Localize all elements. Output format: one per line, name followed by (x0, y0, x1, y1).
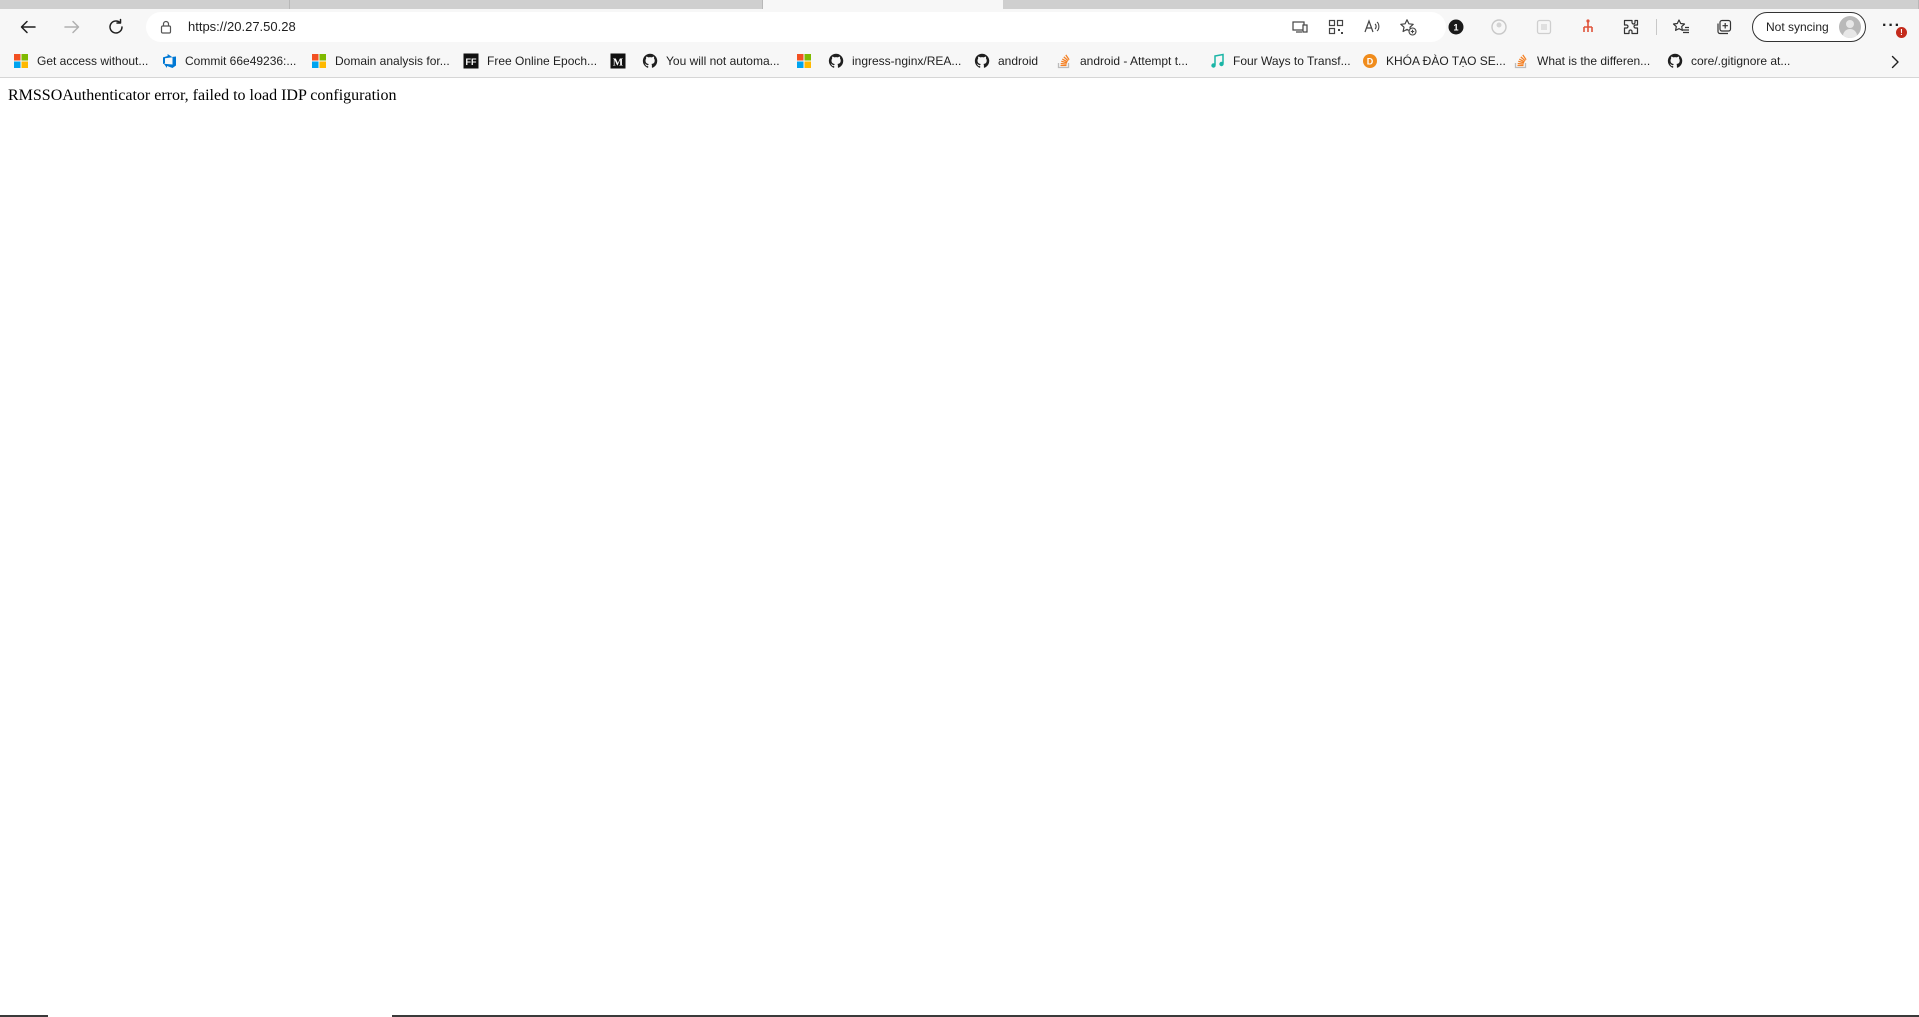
settings-menu-button[interactable]: ··· ! (1878, 15, 1908, 39)
forward-icon (64, 20, 80, 34)
bookmark-label: Free Online Epoch... (487, 54, 598, 68)
extensions-icon (1623, 19, 1639, 35)
stackoverflow-icon (1056, 53, 1072, 69)
bookmark-label: What is the differen... (1537, 54, 1651, 68)
add-favorite-button[interactable] (1396, 15, 1420, 39)
bookmark-item[interactable]: You will not automa... (642, 51, 780, 71)
github-icon (1667, 53, 1683, 69)
bookmark-item[interactable]: android (974, 51, 1038, 71)
extension-grey-icon (1491, 19, 1507, 35)
qr-code-icon (1328, 19, 1344, 35)
bookmark-item[interactable] (796, 51, 820, 71)
qr-code-button[interactable] (1324, 15, 1348, 39)
extension-1password-button[interactable]: 1 (1444, 15, 1468, 39)
bookmark-item[interactable]: Four Ways to Transf... (1209, 51, 1351, 71)
profile-label: Not syncing (1766, 20, 1829, 34)
bookmark-item[interactable]: M (610, 51, 634, 71)
notification-badge: ! (1896, 27, 1907, 38)
url-text[interactable]: https://20.27.50.28 (188, 19, 296, 34)
extension-red-icon (1583, 19, 1593, 32)
add-favorite-icon (1400, 19, 1417, 36)
github-icon (642, 53, 658, 69)
tab-active[interactable] (763, 0, 1003, 9)
orange-d-icon: D (1362, 53, 1378, 69)
bookmark-label: You will not automa... (666, 54, 780, 68)
refresh-icon (109, 18, 123, 34)
medium-icon: M (610, 53, 626, 69)
favorites-bar: Get access without... Commit 66e49236:..… (0, 45, 1919, 78)
chevron-right-icon[interactable] (1886, 53, 1904, 71)
favorites-icon (1672, 19, 1689, 34)
bookmark-item[interactable]: FF Free Online Epoch... (463, 51, 597, 71)
extension-red-button[interactable] (1576, 15, 1600, 39)
bookmark-label: android (998, 54, 1039, 68)
stackoverflow-icon (1513, 53, 1529, 69)
bookmark-item[interactable]: What is the differen... (1513, 51, 1650, 71)
microsoft-icon (13, 53, 29, 69)
tab[interactable] (290, 0, 763, 9)
bookmark-item[interactable]: android - Attempt t... (1056, 51, 1188, 71)
bookmark-label: Get access without... (37, 54, 149, 68)
bookmark-item[interactable]: Commit 66e49236:... (161, 51, 296, 71)
svg-text:D: D (1367, 57, 1374, 67)
browser-toolbar: https://20.27.50.28 1 Not syncing ··· ! (0, 9, 1919, 45)
error-message: RMSSOAuthenticator error, failed to load… (8, 87, 397, 104)
back-button[interactable] (14, 13, 42, 41)
bookmark-label: ingress-nginx/REA... (852, 54, 962, 68)
extensions-button[interactable] (1619, 15, 1643, 39)
extension-square-icon (1536, 19, 1552, 35)
back-icon (20, 20, 36, 34)
collections-button[interactable] (1712, 15, 1736, 39)
refresh-button[interactable] (102, 13, 130, 41)
address-bar[interactable]: https://20.27.50.28 (146, 12, 1446, 42)
svg-text:M: M (613, 57, 624, 69)
tab[interactable] (1003, 0, 1919, 9)
tab-strip (0, 0, 1919, 9)
bookmark-label: Four Ways to Transf... (1233, 54, 1351, 68)
app-available-icon (1292, 21, 1308, 33)
read-aloud-button[interactable] (1360, 15, 1384, 39)
profile-button[interactable]: Not syncing (1752, 12, 1866, 42)
microsoft-icon (311, 53, 327, 69)
collections-icon (1717, 19, 1732, 35)
bookmark-item[interactable]: core/.gitignore at... (1667, 51, 1790, 71)
azure-devops-icon (161, 53, 177, 69)
forward-button[interactable] (58, 13, 86, 41)
toolbar-divider (1656, 19, 1657, 35)
bookmark-label: android - Attempt t... (1080, 54, 1189, 68)
read-aloud-icon (1364, 19, 1380, 33)
bookmark-label: Domain analysis for... (335, 54, 450, 68)
page-content: RMSSOAuthenticator error, failed to load… (0, 79, 1919, 1015)
avatar (1839, 16, 1861, 38)
tab[interactable] (0, 0, 290, 9)
bookmark-label: Commit 66e49236:... (185, 54, 297, 68)
ff-icon: FF (463, 53, 479, 69)
extension-1password-icon: 1 (1448, 19, 1464, 35)
bookmark-label: KHÓA ĐÀO TẠO SE... (1386, 54, 1506, 68)
favorites-button[interactable] (1669, 15, 1693, 39)
github-icon (828, 53, 844, 69)
extension-grey-button[interactable] (1487, 15, 1511, 39)
bookmark-item[interactable]: Get access without... (13, 51, 148, 71)
bookmark-item[interactable]: D KHÓA ĐÀO TẠO SE... (1362, 51, 1506, 71)
music-note-icon (1209, 53, 1225, 69)
app-available-button[interactable] (1288, 15, 1312, 39)
svg-text:1: 1 (1453, 23, 1458, 33)
lock-icon[interactable] (158, 19, 174, 35)
github-icon (974, 53, 990, 69)
microsoft-icon (796, 53, 812, 69)
bookmark-label: core/.gitignore at... (1691, 54, 1791, 68)
svg-text:FF: FF (466, 57, 477, 67)
bookmark-item[interactable]: ingress-nginx/REA... (828, 51, 961, 71)
bookmark-item[interactable]: Domain analysis for... (311, 51, 450, 71)
extension-square-button[interactable] (1532, 15, 1556, 39)
